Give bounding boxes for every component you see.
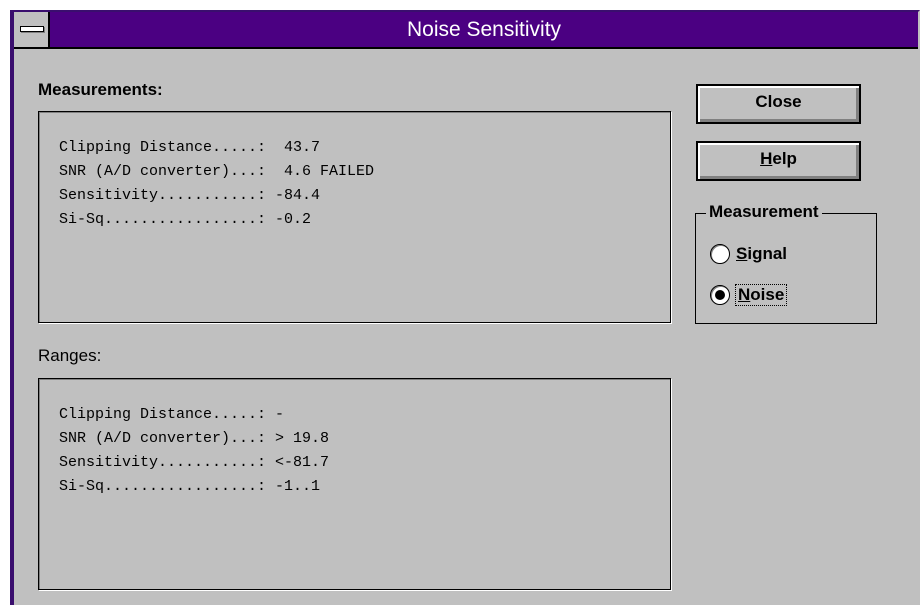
radio-selected-icon: [710, 285, 730, 305]
measurements-heading: Measurements:: [38, 80, 163, 99]
help-mnemonic: H: [760, 149, 773, 168]
range-line: Clipping Distance.....: -: [59, 406, 285, 423]
ranges-heading: Ranges:: [38, 346, 102, 365]
range-line: Sensitivity...........: <-81.7: [59, 454, 330, 471]
signal-label: Signal: [736, 244, 788, 263]
window-title: Noise Sensitivity: [406, 18, 562, 41]
range-line: Si-Sq.................: -1..1: [59, 478, 321, 495]
noise-radio[interactable]: Noise: [710, 284, 788, 306]
measurement-line: Si-Sq.................: -0.2: [59, 211, 312, 228]
help-button[interactable]: Help: [696, 141, 861, 181]
noise-sensitivity-window: Noise Sensitivity Measurements: Clipping…: [10, 10, 920, 605]
system-menu-icon: [20, 26, 44, 32]
title-bar: Noise Sensitivity: [14, 12, 918, 49]
measurement-group-title: Measurement: [706, 202, 822, 222]
measurement-line: Clipping Distance.....: 43.7: [59, 139, 321, 156]
measurement-line: Sensitivity...........: -84.4: [59, 187, 321, 204]
ranges-panel: Clipping Distance.....: - SNR (A/D conve…: [38, 378, 671, 590]
range-line: SNR (A/D converter)...: > 19.8: [59, 430, 330, 447]
system-menu-button[interactable]: [14, 12, 50, 47]
help-label: elp: [772, 149, 797, 168]
noise-label: Noise: [734, 284, 788, 306]
radio-unselected-icon: [710, 244, 730, 264]
measurements-panel: Clipping Distance.....: 43.7 SNR (A/D co…: [38, 111, 671, 323]
measurement-groupbox: Measurement Signal Noise: [695, 202, 877, 324]
close-button[interactable]: Close: [696, 84, 861, 124]
signal-radio[interactable]: Signal: [710, 244, 787, 264]
measurement-line: SNR (A/D converter)...: 4.6 FAILED: [59, 163, 375, 180]
